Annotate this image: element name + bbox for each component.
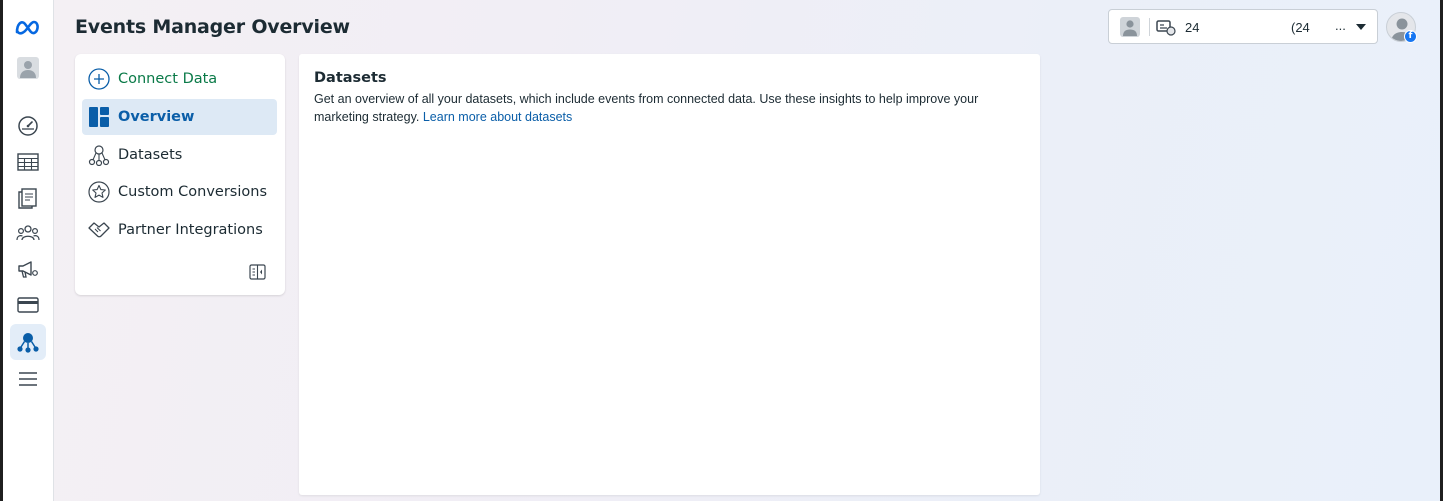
section-description: Get an overview of all your datasets, wh… [314, 90, 1014, 126]
page-title: Events Manager Overview [75, 16, 350, 38]
divider [1149, 18, 1150, 36]
megaphone-icon[interactable] [10, 251, 46, 287]
menu-icon[interactable] [10, 361, 46, 397]
section-title: Datasets [314, 70, 387, 86]
account-overflow: ... [1335, 18, 1346, 33]
account-selector[interactable]: 24 (24 ... [1108, 9, 1378, 44]
billing-card-icon[interactable] [10, 287, 46, 323]
connect-data-label: Connect Data [118, 71, 218, 87]
nav-item-overview[interactable]: Overview [82, 99, 277, 135]
handshake-icon [88, 222, 110, 238]
plus-circle-icon [88, 68, 110, 90]
datasets-overview-card: Datasets Get an overview of all your dat… [299, 54, 1040, 495]
learn-more-link[interactable]: Learn more about datasets [423, 110, 572, 124]
global-nav-rail [3, 0, 54, 501]
facebook-badge-icon: f [1404, 30, 1417, 43]
datasets-icon [88, 145, 110, 166]
account-avatar [1120, 17, 1140, 37]
table-icon[interactable] [10, 144, 46, 180]
nav-item-custom-conversions[interactable]: Custom Conversions [82, 174, 277, 210]
events-manager-icon[interactable] [10, 324, 46, 360]
nav-item-datasets[interactable]: Datasets [82, 137, 277, 173]
nav-item-label: Custom Conversions [118, 184, 268, 200]
user-avatar[interactable] [17, 57, 39, 79]
star-circle-icon [88, 181, 110, 203]
account-id-secondary: (24 [1291, 20, 1310, 35]
gauge-icon[interactable] [10, 108, 46, 144]
audience-icon[interactable] [10, 215, 46, 251]
business-portfolio-icon [1156, 18, 1176, 41]
nav-item-label: Datasets [118, 147, 183, 163]
catalog-icon[interactable] [10, 180, 46, 216]
description-text: Get an overview of all your datasets, wh… [314, 92, 979, 124]
chevron-down-icon [1356, 24, 1366, 30]
nav-item-partner-integrations[interactable]: Partner Integrations [82, 212, 277, 248]
nav-item-label: Overview [118, 109, 195, 125]
events-manager-nav: Connect Data Overview Datasets Custom Co… [75, 54, 285, 295]
meta-logo-icon[interactable] [10, 9, 46, 45]
nav-item-label: Partner Integrations [118, 222, 263, 238]
account-id: 24 [1185, 20, 1200, 35]
collapse-panel-icon[interactable] [249, 264, 266, 280]
overview-dashboard-icon [89, 107, 109, 127]
connect-data-button[interactable]: Connect Data [82, 61, 277, 97]
